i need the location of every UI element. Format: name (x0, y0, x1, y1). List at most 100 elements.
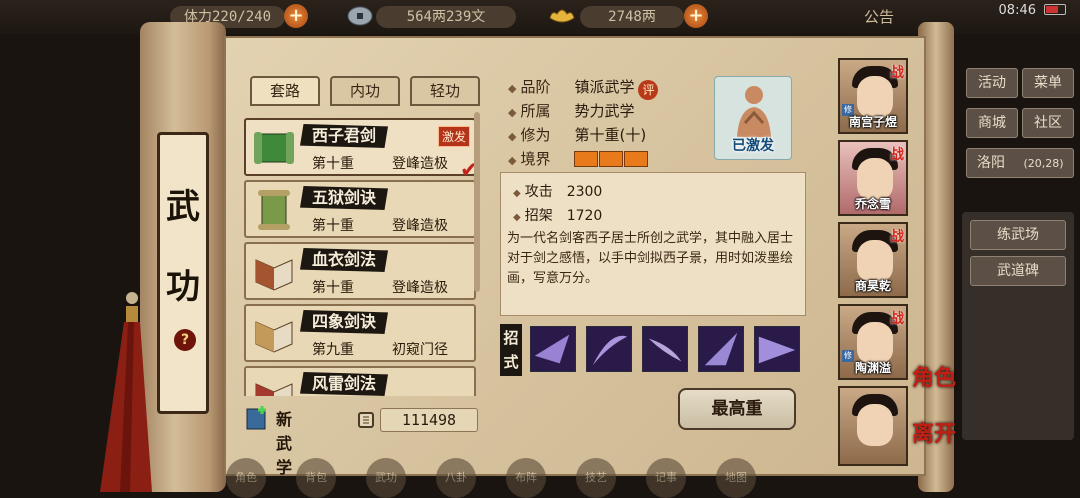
character-face (857, 240, 893, 282)
bottom-nav: 角色 背包 武功 八卦 布阵 技艺 记事 地图 (226, 458, 786, 498)
realm-segment (624, 151, 649, 167)
character-face (857, 404, 893, 446)
character-face (857, 158, 893, 200)
skill-item[interactable]: 西子君剑 激发 第十重 登峰造极 ✔ (244, 118, 478, 183)
character-card[interactable] (838, 386, 908, 466)
notice-button[interactable]: 公告 (864, 6, 894, 27)
nav-map[interactable]: 地图 (716, 458, 756, 498)
move-slot-1[interactable] (530, 326, 576, 372)
skill-item[interactable]: 风雷剑法 (244, 366, 476, 396)
meditating-figure-icon (737, 86, 771, 137)
location-name: 洛阳 (977, 155, 1005, 171)
tab-routines[interactable]: 套路 (250, 76, 320, 106)
stat-attack-key: 攻击 (524, 184, 553, 200)
new-book-icon (246, 406, 266, 430)
info-cultivation: ◆ 修为 第十重(十) (508, 126, 647, 144)
character-name: 乔念雪 (854, 197, 891, 211)
tab-inner-power[interactable]: 内功 (330, 76, 400, 106)
gold-text: 2748两 (580, 6, 684, 28)
nav-journal[interactable]: 记事 (646, 458, 686, 498)
nav-formation[interactable]: 布阵 (506, 458, 546, 498)
character-card[interactable]: 战 商昊乾 (838, 222, 908, 298)
skill-points-value: 111498 (380, 408, 478, 432)
max-level-button[interactable]: 最高重 (678, 388, 796, 430)
nav-craft[interactable]: 技艺 (576, 458, 616, 498)
skill-name: 风雷剑法 (300, 372, 389, 396)
battle-icon: 战 (890, 65, 904, 81)
skill-portrait[interactable]: 已激发 (714, 76, 792, 160)
skill-list-scrollbar[interactable] (474, 112, 480, 292)
book-icon (255, 259, 293, 291)
right-location-panel: 练武场 武道碑 (962, 212, 1074, 440)
help-icon[interactable]: ? (174, 329, 196, 351)
realm-segment (599, 151, 624, 167)
nav-bag[interactable]: 背包 (296, 458, 336, 498)
skill-rank: 登峰造极 (392, 280, 448, 296)
scroll-title-char-2: 功 (166, 267, 200, 307)
info-belong-key: 所属 (520, 102, 551, 120)
info-cultivation-value: 第十重(十) (574, 126, 647, 144)
skill-name: 血衣剑法 (300, 248, 389, 272)
character-card[interactable]: 战 修 陶渊溢 (838, 304, 908, 380)
add-gold-button[interactable]: + (684, 4, 708, 28)
skill-item[interactable]: 四象剑诀 第九重 初窥门径 (244, 304, 476, 362)
stat-parry-key: 招架 (524, 208, 553, 224)
character-card[interactable]: 战 修 南宫子煜 (838, 58, 908, 134)
location-display[interactable]: 洛阳 (20,28) (966, 148, 1074, 178)
nav-martial[interactable]: 武功 (366, 458, 406, 498)
skill-item[interactable]: 血衣剑法 第十重 登峰造极 (244, 242, 476, 300)
character-face (857, 322, 893, 364)
money-text: 564两239文 (376, 6, 516, 28)
activated-label: 已激发 (732, 138, 774, 154)
moves-label-char-1: 招 (503, 329, 519, 347)
review-badge[interactable]: 评 (638, 80, 659, 100)
activated-badge: 激发 (438, 126, 471, 147)
moves-label: 招 式 (500, 324, 522, 376)
leave-label[interactable]: 离开 (912, 416, 956, 448)
skill-rank: 登峰造极 (392, 156, 448, 172)
martial-stele-button[interactable]: 武道碑 (970, 256, 1066, 286)
nav-bagua[interactable]: 八卦 (436, 458, 476, 498)
skill-level: 第十重 (312, 218, 354, 234)
tab-lightness[interactable]: 轻功 (410, 76, 480, 106)
realm-segment (574, 151, 599, 167)
skill-description-box: ◆ 攻击 2300 ◆ 招架 1720 为一代名剑客西子居士所创之武学，其中融入居士对于… (500, 172, 806, 316)
menu-button[interactable]: 菜单 (1022, 68, 1074, 98)
nav-role[interactable]: 角色 (226, 458, 266, 498)
skill-name: 五狱剑诀 (300, 186, 389, 210)
info-grade-key: 品阶 (520, 78, 551, 96)
move-slot-5[interactable] (754, 326, 800, 372)
training-ground-button[interactable]: 练武场 (970, 220, 1066, 250)
community-button[interactable]: 社区 (1022, 108, 1074, 138)
skill-name: 西子君剑 (300, 124, 389, 148)
coin-icon (347, 6, 373, 26)
info-belong: ◆ 所属 势力武学 (508, 102, 635, 120)
add-stamina-button[interactable]: + (284, 4, 308, 28)
location-count: (20,28) (1023, 157, 1064, 170)
money-display: 564两239文 (376, 6, 516, 28)
skill-list[interactable]: 西子君剑 激发 第十重 登峰造极 ✔ 五狱剑诀 第十重 登峰造极 血衣剑法 第十… (240, 108, 480, 396)
moves-label-char-2: 式 (503, 353, 519, 371)
activity-button[interactable]: 活动 (966, 68, 1018, 98)
role-label[interactable]: 角色 (912, 360, 956, 392)
skill-level: 第九重 (312, 342, 354, 358)
stat-attack: ◆ 攻击 2300 (513, 184, 603, 200)
skill-name: 四象剑诀 (300, 310, 389, 334)
move-slot-3[interactable] (642, 326, 688, 372)
mall-button[interactable]: 商城 (966, 108, 1018, 138)
gold-display: 2748两 (580, 6, 684, 28)
character-name: 南宫子煜 (848, 115, 897, 129)
battery-icon (1044, 4, 1066, 15)
character-face (857, 76, 893, 118)
book-icon (255, 321, 293, 353)
scroll-book-icon (254, 132, 294, 164)
character-name: 商昊乾 (854, 279, 891, 293)
move-slot-4[interactable] (698, 326, 744, 372)
character-card[interactable]: 战 乔念雪 (838, 140, 908, 216)
skill-rank: 初窥门径 (392, 342, 448, 358)
skill-rank: 登峰造极 (392, 218, 448, 234)
skill-item[interactable]: 五狱剑诀 第十重 登峰造极 (244, 180, 476, 238)
scroll-title-char-1: 武 (166, 187, 200, 227)
move-slot-2[interactable] (586, 326, 632, 372)
info-belong-value: 势力武学 (574, 102, 635, 120)
